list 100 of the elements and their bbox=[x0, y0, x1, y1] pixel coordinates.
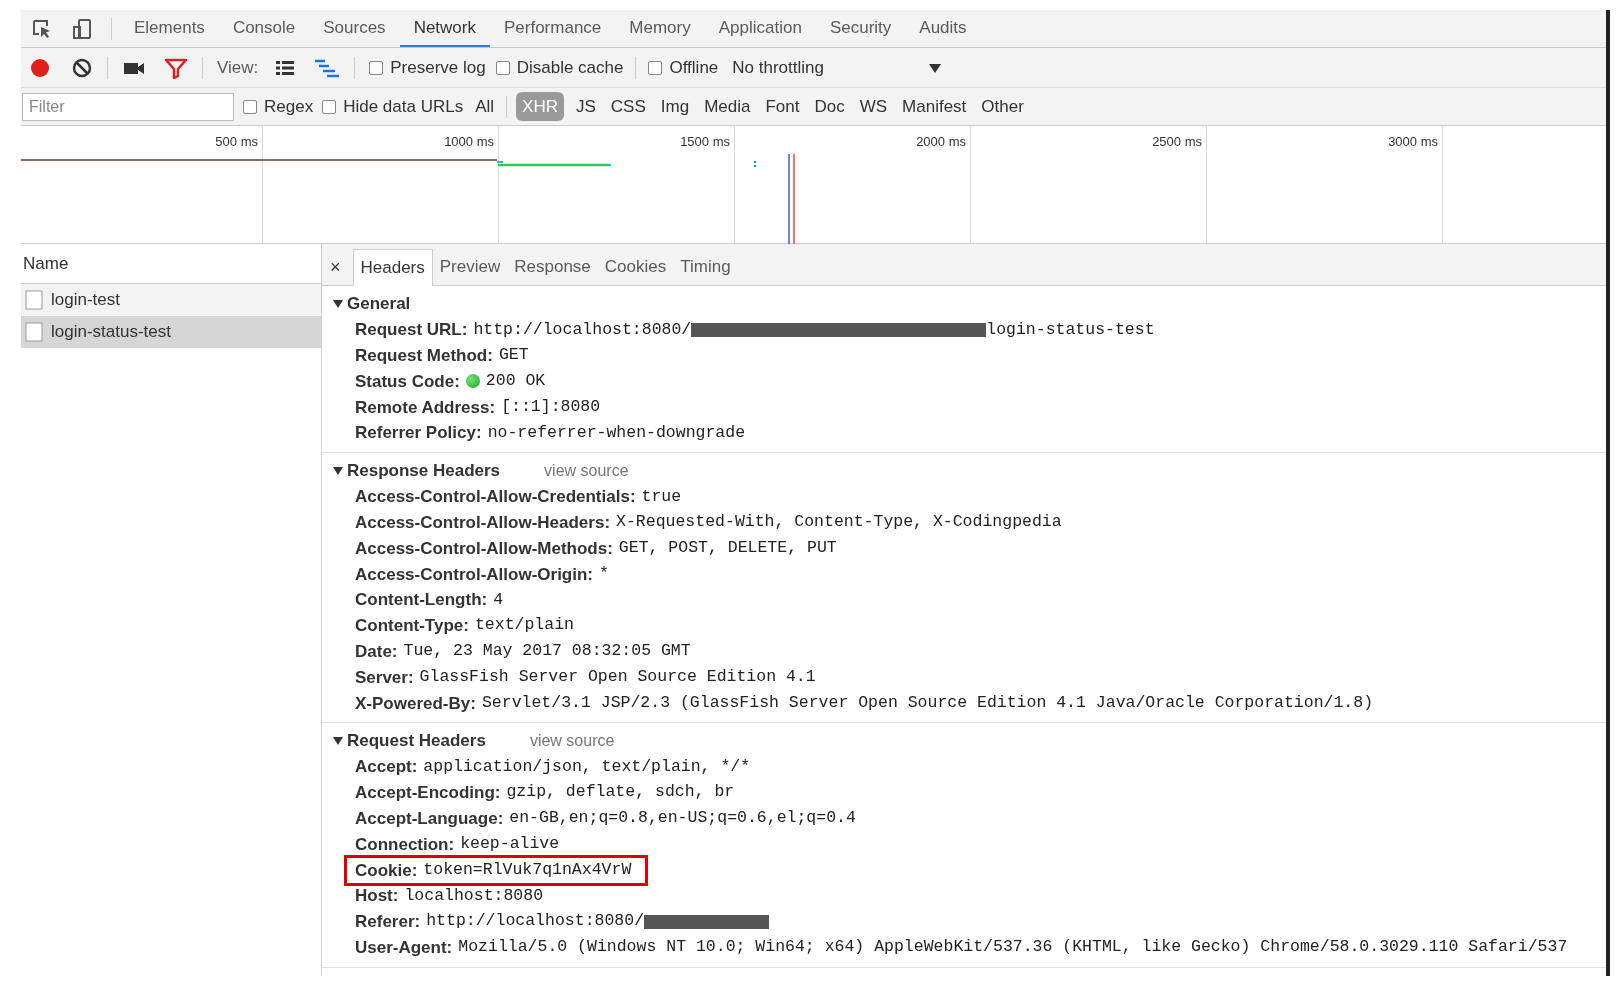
header-name: Access-Control-Allow-Credentials: bbox=[355, 486, 636, 509]
panel-tab[interactable]: Sources bbox=[309, 10, 400, 47]
type-filter[interactable]: All bbox=[472, 91, 498, 122]
checkbox[interactable]: Disable cache bbox=[495, 54, 624, 81]
header-name: Cookie: bbox=[355, 859, 418, 882]
panel-tab[interactable]: Security bbox=[815, 10, 906, 47]
header-value: [::1]:8080 bbox=[501, 395, 601, 418]
header-value: keep-alive bbox=[460, 833, 560, 856]
header-name: Accept-Encoding: bbox=[355, 782, 501, 805]
header-value: text/plain bbox=[474, 614, 574, 637]
panel-tab[interactable]: Elements bbox=[120, 10, 219, 47]
header-name: Remote Address: bbox=[355, 396, 496, 419]
header-value: no-referrer-when-downgrade bbox=[487, 421, 746, 444]
panel-tab[interactable]: Performance bbox=[490, 10, 616, 47]
header-name: Access-Control-Allow-Methods: bbox=[355, 537, 613, 560]
header-name: Referer: bbox=[355, 911, 421, 934]
tick-label: 2000 ms bbox=[916, 133, 966, 151]
file-icon bbox=[25, 290, 43, 310]
type-filter[interactable]: Img bbox=[657, 91, 693, 122]
header-value: GET bbox=[498, 344, 529, 367]
header-name: Connection: bbox=[355, 833, 455, 856]
record-button[interactable] bbox=[29, 56, 51, 79]
section-toggle[interactable]: Response Headers bbox=[332, 458, 501, 484]
header-value: * bbox=[599, 562, 609, 585]
header-value: login-status-test bbox=[986, 318, 1155, 341]
header-name: X-Powered-By: bbox=[355, 692, 476, 715]
request-row[interactable]: login-test bbox=[21, 284, 321, 316]
header-name: User-Agent: bbox=[355, 936, 453, 959]
detail-tab[interactable]: Timing bbox=[673, 248, 738, 285]
panel-tab[interactable]: Memory bbox=[615, 10, 705, 47]
type-filter[interactable]: Manifest bbox=[899, 91, 970, 122]
device-icon[interactable] bbox=[71, 17, 93, 40]
tick-label: 1000 ms bbox=[444, 133, 494, 151]
header-name: Request URL: bbox=[355, 319, 468, 342]
header-name: Request Method: bbox=[355, 344, 493, 367]
header-value: true bbox=[641, 485, 682, 508]
triangle-icon bbox=[332, 466, 344, 476]
header-name: Server: bbox=[355, 666, 414, 689]
tick-label: 2500 ms bbox=[1152, 133, 1202, 151]
throttling-dropdown[interactable]: No throttling bbox=[732, 54, 943, 81]
header-name: Access-Control-Allow-Origin: bbox=[355, 563, 593, 586]
checkbox[interactable]: Regex bbox=[243, 93, 314, 120]
header-value: GlassFish Server Open Source Edition 4.1 bbox=[419, 666, 816, 689]
header-value: Tue, 23 May 2017 08:32:05 GMT bbox=[403, 640, 691, 663]
header-name: Date: bbox=[355, 640, 398, 663]
view-source-link[interactable]: view source bbox=[544, 459, 629, 483]
header-name: Access-Control-Allow-Headers: bbox=[355, 511, 611, 534]
close-button[interactable]: × bbox=[328, 249, 343, 285]
triangle-icon bbox=[332, 299, 344, 309]
header-name: Content-Length: bbox=[355, 589, 488, 612]
type-filter[interactable]: Font bbox=[762, 91, 803, 122]
header-name: Referrer Policy: bbox=[355, 422, 482, 445]
detail-tab[interactable]: Response bbox=[507, 248, 598, 285]
header-value: http://localhost:8080/ bbox=[473, 318, 692, 341]
header-value: Mozilla/5.0 (Windows NT 10.0; Win64; x64) AppleWebKit/537.36 (KHTML, like Gecko) Chrome/58.0.3029.110 Safari/537 bbox=[458, 936, 1568, 959]
tick-label: 3000 ms bbox=[1388, 133, 1438, 151]
request-row[interactable]: login-status-test bbox=[21, 316, 321, 348]
header-name: Accept: bbox=[355, 756, 418, 779]
header-value: X-Requested-With, Content-Type, X-Codingpedia bbox=[616, 511, 1062, 534]
section-toggle[interactable]: General bbox=[332, 291, 411, 317]
header-name: Host: bbox=[355, 885, 399, 908]
clear-icon[interactable] bbox=[71, 56, 93, 79]
dropdown-arrow-icon bbox=[928, 61, 943, 74]
type-filter[interactable]: JS bbox=[572, 91, 599, 122]
header-name: Status Code: bbox=[355, 370, 460, 393]
header-value: Servlet/3.1 JSP/2.3 (GlassFish Server Open Source Edition 4.1 Java/Oracle Corporation/1.8) bbox=[481, 691, 1374, 714]
type-filter[interactable]: CSS bbox=[607, 91, 649, 122]
view-source-link[interactable]: view source bbox=[529, 729, 615, 754]
type-filter[interactable]: Doc bbox=[811, 91, 848, 122]
section-toggle[interactable]: Request Headers bbox=[332, 728, 486, 754]
header-value: http://localhost:8080/ bbox=[426, 910, 645, 933]
checkbox[interactable]: Offline bbox=[648, 54, 719, 81]
tick-label: 500 ms bbox=[215, 133, 258, 151]
header-value: gzip, deflate, sdch, br bbox=[506, 781, 735, 804]
view-label: View: bbox=[217, 56, 259, 79]
header-value: token=RlVuk7q1nAx4VrW bbox=[423, 858, 632, 881]
filter-input[interactable]: Filter bbox=[22, 92, 234, 121]
detail-tab[interactable]: Headers bbox=[352, 249, 433, 286]
file-icon bbox=[25, 322, 43, 342]
detail-tab[interactable]: Preview bbox=[432, 248, 508, 285]
detail-tab[interactable]: Cookies bbox=[597, 248, 674, 285]
tick-label: 1500 ms bbox=[680, 133, 730, 151]
header-name: Content-Type: bbox=[355, 615, 469, 638]
header-value: application/json, text/plain, */* bbox=[423, 755, 751, 778]
type-filter[interactable]: WS bbox=[856, 91, 891, 122]
type-filter[interactable]: Other bbox=[978, 91, 1027, 122]
header-value: localhost:8080 bbox=[404, 884, 544, 907]
type-filter[interactable]: Media bbox=[701, 91, 754, 122]
checkbox[interactable]: Preserve log bbox=[369, 54, 486, 81]
header-value: en-GB,en;q=0.8,en-US;q=0.6,el;q=0.4 bbox=[509, 807, 856, 830]
header-value: 200 OK bbox=[485, 370, 546, 393]
filter-icon[interactable] bbox=[164, 56, 188, 79]
panel-tab[interactable]: Audits bbox=[905, 10, 981, 47]
header-value: GET, POST, DELETE, PUT bbox=[618, 537, 837, 560]
panel-tab[interactable]: Console bbox=[218, 10, 310, 47]
checkbox[interactable]: Hide data URLs bbox=[322, 93, 464, 120]
header-value: 4 bbox=[493, 588, 504, 611]
triangle-icon bbox=[332, 736, 344, 747]
panel-tab[interactable]: Application bbox=[704, 10, 816, 47]
header-name: Accept-Language: bbox=[355, 807, 504, 830]
